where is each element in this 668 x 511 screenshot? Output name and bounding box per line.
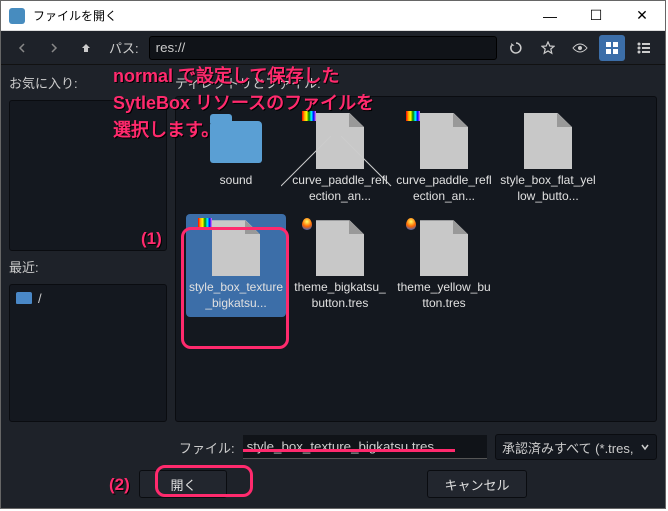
theme-badge-icon: [302, 218, 312, 230]
file-label: curve_paddle_reflection_an...: [396, 173, 492, 204]
file-label: theme_yellow_button.tres: [396, 280, 492, 311]
folder-icon: [16, 292, 32, 304]
recent-panel: /: [9, 284, 167, 422]
window-title: ファイルを開く: [33, 7, 527, 24]
file-label: sound: [188, 173, 284, 189]
favorites-label: お気に入り:: [9, 73, 167, 92]
file-label: curve_paddle_reflection_an...: [292, 173, 388, 204]
recent-item-label: /: [38, 291, 42, 306]
refresh-button[interactable]: [503, 35, 529, 61]
file-icon: [212, 220, 260, 276]
dir-files-label: ディレクトリとファイル:: [175, 73, 657, 92]
file-icon: [524, 113, 572, 169]
toolbar: パス:: [1, 31, 665, 65]
file-label: ファイル:: [179, 438, 235, 457]
file-label: theme_bigkatsu_button.tres: [292, 280, 388, 311]
list-view-button[interactable]: [631, 35, 657, 61]
file-label: style_box_texture_bigkatsu...: [188, 280, 284, 311]
file-item[interactable]: style_box_flat_yellow_butto...: [498, 107, 598, 210]
filter-select[interactable]: 承認済みすべて (*.tres,: [495, 434, 657, 460]
file-item[interactable]: theme_yellow_button.tres: [394, 214, 494, 317]
resource-badge-icon: [198, 218, 212, 228]
cancel-button[interactable]: キャンセル: [427, 470, 526, 498]
app-icon: [9, 8, 25, 24]
file-icon: [316, 220, 364, 276]
file-label: style_box_flat_yellow_butto...: [500, 173, 596, 204]
filter-label: 承認済みすべて (*.tres,: [502, 438, 633, 457]
file-icon: [420, 113, 468, 169]
favorite-button[interactable]: [535, 35, 561, 61]
recent-label: 最近:: [9, 257, 167, 276]
favorites-panel: [9, 100, 167, 251]
resource-badge-icon: [302, 111, 316, 121]
close-button[interactable]: ✕: [619, 1, 665, 31]
file-grid[interactable]: sound curve_paddle_reflection_an... curv…: [175, 96, 657, 422]
open-button-label: 開く: [170, 475, 196, 494]
theme-badge-icon: [406, 218, 416, 230]
chevron-down-icon: [640, 442, 650, 452]
folder-icon: [210, 121, 262, 163]
grid-view-button[interactable]: [599, 35, 625, 61]
nav-forward-button[interactable]: [41, 35, 67, 61]
maximize-button[interactable]: ☐: [573, 1, 619, 31]
cancel-button-label: キャンセル: [444, 475, 509, 494]
file-item[interactable]: curve_paddle_reflection_an...: [394, 107, 494, 210]
file-icon: [420, 220, 468, 276]
filename-input[interactable]: [243, 435, 487, 459]
minimize-button[interactable]: —: [527, 1, 573, 31]
path-label: パス:: [109, 38, 139, 57]
folder-item[interactable]: sound: [186, 107, 286, 210]
nav-back-button[interactable]: [9, 35, 35, 61]
file-item-selected[interactable]: style_box_texture_bigkatsu...: [186, 214, 286, 317]
file-icon: [316, 113, 364, 169]
recent-item[interactable]: /: [16, 291, 160, 306]
titlebar: ファイルを開く — ☐ ✕: [1, 1, 665, 31]
file-item[interactable]: curve_paddle_reflection_an...: [290, 107, 390, 210]
open-button[interactable]: 開く: [139, 470, 227, 498]
file-item[interactable]: theme_bigkatsu_button.tres: [290, 214, 390, 317]
visibility-button[interactable]: [567, 35, 593, 61]
nav-up-button[interactable]: [73, 35, 99, 61]
resource-badge-icon: [406, 111, 420, 121]
path-input[interactable]: [149, 36, 497, 60]
